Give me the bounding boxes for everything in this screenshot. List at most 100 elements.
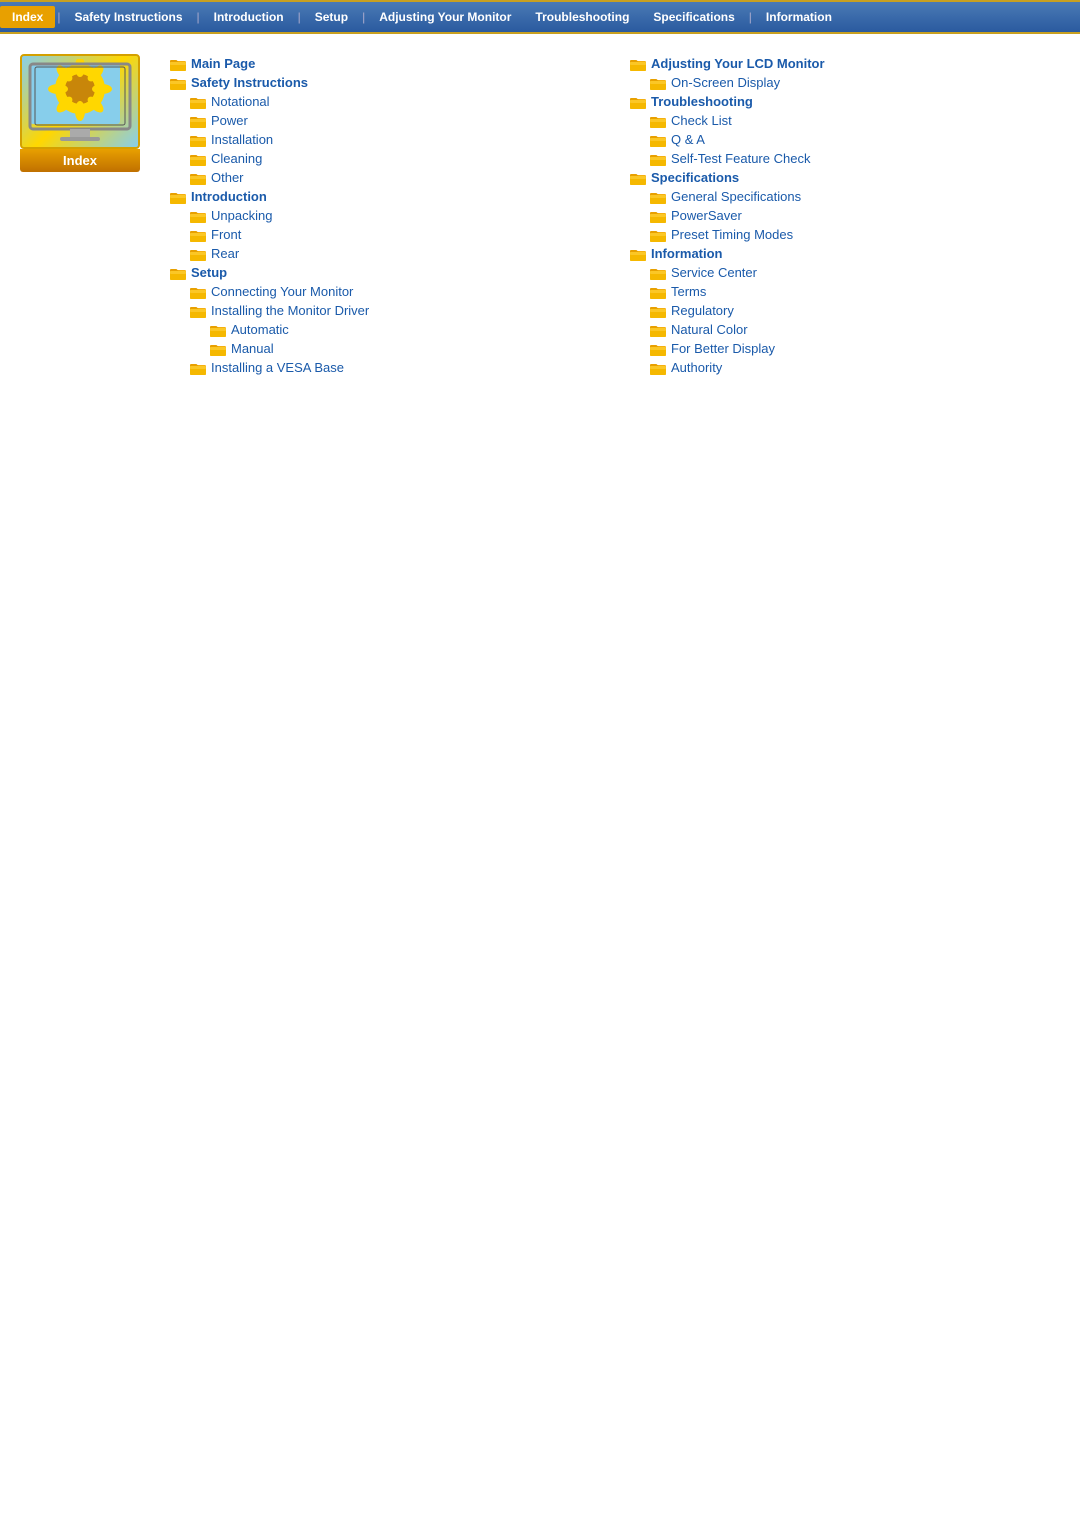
tree-item-general-specifications[interactable]: General Specifications <box>650 187 1060 206</box>
folder-icon <box>650 361 666 375</box>
nav-separator-4: | <box>360 10 367 24</box>
tree-item-manual[interactable]: Manual <box>210 339 600 358</box>
tree-label: Terms <box>671 284 706 299</box>
folder-icon <box>210 342 226 356</box>
tree-label: Unpacking <box>211 208 272 223</box>
tree-item-powersaver[interactable]: PowerSaver <box>650 206 1060 225</box>
folder-icon <box>630 57 646 71</box>
folder-icon <box>650 342 666 356</box>
tree-item-check-list[interactable]: Check List <box>650 111 1060 130</box>
folder-icon <box>170 57 186 71</box>
main-content: Index Main Page Safety Instructions Nota… <box>0 34 1080 397</box>
tree-item-connecting-your-monitor[interactable]: Connecting Your Monitor <box>190 282 600 301</box>
tree-label: PowerSaver <box>671 208 742 223</box>
tree-label: Troubleshooting <box>651 94 753 109</box>
tree-container: Main Page Safety Instructions Notational… <box>160 54 1060 377</box>
folder-icon <box>190 228 206 242</box>
tree-item-adjusting-your-lcd-monitor[interactable]: Adjusting Your LCD Monitor <box>630 54 1060 73</box>
tree-item-unpacking[interactable]: Unpacking <box>190 206 600 225</box>
sidebar: Index <box>20 54 160 377</box>
folder-icon <box>650 114 666 128</box>
folder-icon <box>650 209 666 223</box>
monitor-image <box>20 54 140 149</box>
nav-troubleshooting[interactable]: Troubleshooting <box>523 6 641 28</box>
folder-icon <box>190 304 206 318</box>
nav-information[interactable]: Information <box>754 6 844 28</box>
tree-label: Regulatory <box>671 303 734 318</box>
tree-item-for-better-display[interactable]: For Better Display <box>650 339 1060 358</box>
folder-icon <box>190 247 206 261</box>
tree-label: Introduction <box>191 189 267 204</box>
nav-specifications[interactable]: Specifications <box>641 6 746 28</box>
folder-icon <box>190 133 206 147</box>
tree-item-service-center[interactable]: Service Center <box>650 263 1060 282</box>
right-tree: Adjusting Your LCD Monitor On-Screen Dis… <box>600 54 1060 377</box>
nav-separator-3: | <box>296 10 303 24</box>
tree-label: Notational <box>211 94 270 109</box>
tree-label: Installation <box>211 132 273 147</box>
tree-item-introduction[interactable]: Introduction <box>170 187 600 206</box>
nav-adjusting[interactable]: Adjusting Your Monitor <box>367 6 523 28</box>
tree-item-terms[interactable]: Terms <box>650 282 1060 301</box>
tree-label: Cleaning <box>211 151 262 166</box>
folder-icon <box>650 323 666 337</box>
tree-item-troubleshooting[interactable]: Troubleshooting <box>630 92 1060 111</box>
tree-label: Rear <box>211 246 239 261</box>
tree-label: Other <box>211 170 244 185</box>
tree-item-installation[interactable]: Installation <box>190 130 600 149</box>
tree-item-notational[interactable]: Notational <box>190 92 600 111</box>
tree-item-q-a[interactable]: Q & A <box>650 130 1060 149</box>
folder-icon <box>170 266 186 280</box>
tree-item-regulatory[interactable]: Regulatory <box>650 301 1060 320</box>
nav-introduction[interactable]: Introduction <box>202 6 296 28</box>
nav-safety[interactable]: Safety Instructions <box>62 6 194 28</box>
folder-icon <box>190 209 206 223</box>
folder-icon <box>650 133 666 147</box>
folder-icon <box>190 114 206 128</box>
tree-item-front[interactable]: Front <box>190 225 600 244</box>
tree-label: Safety Instructions <box>191 75 308 90</box>
tree-item-specifications[interactable]: Specifications <box>630 168 1060 187</box>
folder-icon <box>210 323 226 337</box>
tree-label: On-Screen Display <box>671 75 780 90</box>
tree-label: Power <box>211 113 248 128</box>
tree-item-power[interactable]: Power <box>190 111 600 130</box>
tree-item-natural-color[interactable]: Natural Color <box>650 320 1060 339</box>
tree-item-safety-instructions[interactable]: Safety Instructions <box>170 73 600 92</box>
tree-label: Authority <box>671 360 722 375</box>
tree-item-cleaning[interactable]: Cleaning <box>190 149 600 168</box>
tree-label: Manual <box>231 341 274 356</box>
tree-label: Check List <box>671 113 732 128</box>
tree-label: Natural Color <box>671 322 748 337</box>
tree-item-on-screen-display[interactable]: On-Screen Display <box>650 73 1060 92</box>
tree-label: Specifications <box>651 170 739 185</box>
folder-icon <box>190 361 206 375</box>
tree-item-rear[interactable]: Rear <box>190 244 600 263</box>
tree-label: Information <box>651 246 723 261</box>
tree-item-preset-timing-modes[interactable]: Preset Timing Modes <box>650 225 1060 244</box>
tree-label: Q & A <box>671 132 705 147</box>
tree-item-information[interactable]: Information <box>630 244 1060 263</box>
tree-item-installing-a-vesa-base[interactable]: Installing a VESA Base <box>190 358 600 377</box>
folder-icon <box>630 95 646 109</box>
nav-separator-1: | <box>55 10 62 24</box>
tree-label: Automatic <box>231 322 289 337</box>
tree-item-other[interactable]: Other <box>190 168 600 187</box>
navigation-bar: Index | Safety Instructions | Introducti… <box>0 0 1080 34</box>
tree-label: Preset Timing Modes <box>671 227 793 242</box>
folder-icon <box>650 76 666 90</box>
tree-item-automatic[interactable]: Automatic <box>210 320 600 339</box>
folder-icon <box>170 190 186 204</box>
tree-label: Connecting Your Monitor <box>211 284 353 299</box>
tree-label: Setup <box>191 265 227 280</box>
nav-index[interactable]: Index <box>0 6 55 28</box>
tree-item-main-page[interactable]: Main Page <box>170 54 600 73</box>
tree-item-self-test-feature-check[interactable]: Self-Test Feature Check <box>650 149 1060 168</box>
tree-label: Service Center <box>671 265 757 280</box>
nav-setup[interactable]: Setup <box>303 6 360 28</box>
tree-item-installing-the-monitor-driver[interactable]: Installing the Monitor Driver <box>190 301 600 320</box>
tree-item-authority[interactable]: Authority <box>650 358 1060 377</box>
folder-icon <box>190 171 206 185</box>
folder-icon <box>650 266 666 280</box>
tree-item-setup[interactable]: Setup <box>170 263 600 282</box>
